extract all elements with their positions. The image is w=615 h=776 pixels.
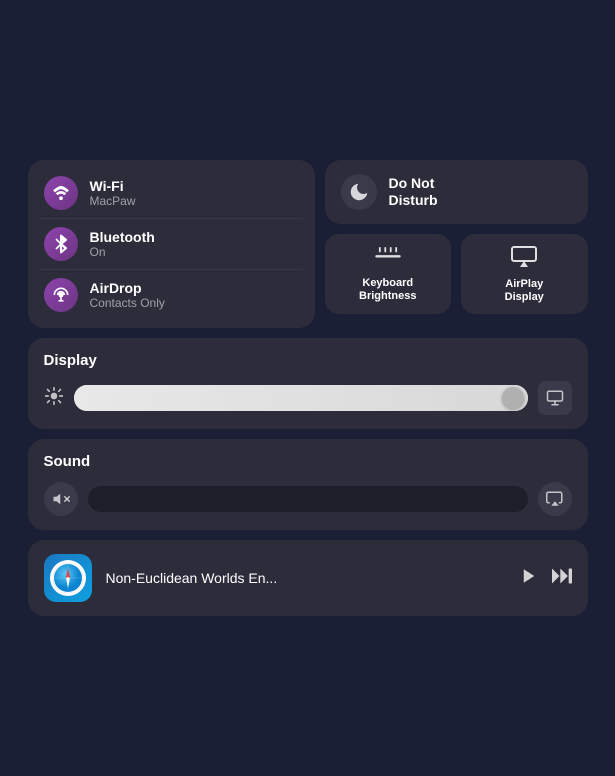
- brightness-slider[interactable]: [74, 385, 528, 411]
- safari-icon: [44, 554, 92, 602]
- skip-forward-button[interactable]: [552, 567, 572, 590]
- play-icon: [520, 567, 538, 585]
- bluetooth-icon-bg: [44, 227, 78, 261]
- bluetooth-label: Bluetooth: [90, 229, 155, 245]
- airplay-audio-icon: [546, 490, 564, 508]
- wifi-icon-bg: [44, 176, 78, 210]
- wifi-item[interactable]: Wi-Fi MacPaw: [40, 168, 303, 219]
- sound-title: Sound: [44, 453, 572, 470]
- bluetooth-sub: On: [90, 245, 155, 259]
- wifi-text: Wi-Fi MacPaw: [90, 178, 136, 208]
- volume-row: [44, 482, 572, 516]
- brightness-icon: [44, 386, 64, 411]
- airdrop-item[interactable]: AirDrop Contacts Only: [40, 270, 303, 320]
- airdrop-text: AirDrop Contacts Only: [90, 280, 165, 310]
- dnd-label: Do Not Disturb: [389, 175, 438, 209]
- small-buttons-row: Keyboard Brightness AirPlay Display: [325, 234, 588, 314]
- wifi-sub: MacPaw: [90, 194, 136, 208]
- display-icon: [546, 389, 564, 407]
- airdrop-label: AirDrop: [90, 280, 165, 296]
- airplay-display-button[interactable]: AirPlay Display: [461, 234, 588, 314]
- airplay-display-label: AirPlay Display: [505, 278, 544, 304]
- mute-icon: [52, 490, 70, 508]
- sound-panel: Sound: [28, 439, 588, 530]
- dnd-button[interactable]: Do Not Disturb: [325, 160, 588, 224]
- mute-button[interactable]: [44, 482, 78, 516]
- display-panel: Display: [28, 338, 588, 429]
- play-button[interactable]: [520, 567, 538, 590]
- now-playing-panel: Non-Euclidean Worlds En...: [28, 540, 588, 616]
- wifi-label: Wi-Fi: [90, 178, 136, 194]
- keyboard-brightness-button[interactable]: Keyboard Brightness: [325, 234, 452, 314]
- volume-slider[interactable]: [88, 486, 528, 512]
- brightness-track: [74, 385, 528, 411]
- brightness-row: [44, 381, 572, 415]
- control-center: Wi-Fi MacPaw Bluetooth On: [28, 160, 588, 616]
- right-panels: Do Not Disturb: [325, 160, 588, 328]
- network-panel: Wi-Fi MacPaw Bluetooth On: [28, 160, 315, 328]
- top-row: Wi-Fi MacPaw Bluetooth On: [28, 160, 588, 328]
- display-mirror-button[interactable]: [538, 381, 572, 415]
- brightness-thumb: [502, 387, 524, 409]
- dnd-icon: [341, 174, 377, 210]
- keyboard-brightness-icon: [375, 247, 401, 271]
- airplay-display-icon: [511, 246, 537, 272]
- bluetooth-text: Bluetooth On: [90, 229, 155, 259]
- display-title: Display: [44, 352, 572, 369]
- skip-forward-icon: [552, 567, 572, 585]
- airdrop-icon-bg: [44, 278, 78, 312]
- playback-controls: [520, 567, 572, 590]
- keyboard-brightness-label: Keyboard Brightness: [359, 277, 416, 303]
- now-playing-title: Non-Euclidean Worlds En...: [106, 570, 506, 586]
- airplay-audio-button[interactable]: [538, 482, 572, 516]
- airdrop-sub: Contacts Only: [90, 296, 165, 310]
- bluetooth-item[interactable]: Bluetooth On: [40, 219, 303, 270]
